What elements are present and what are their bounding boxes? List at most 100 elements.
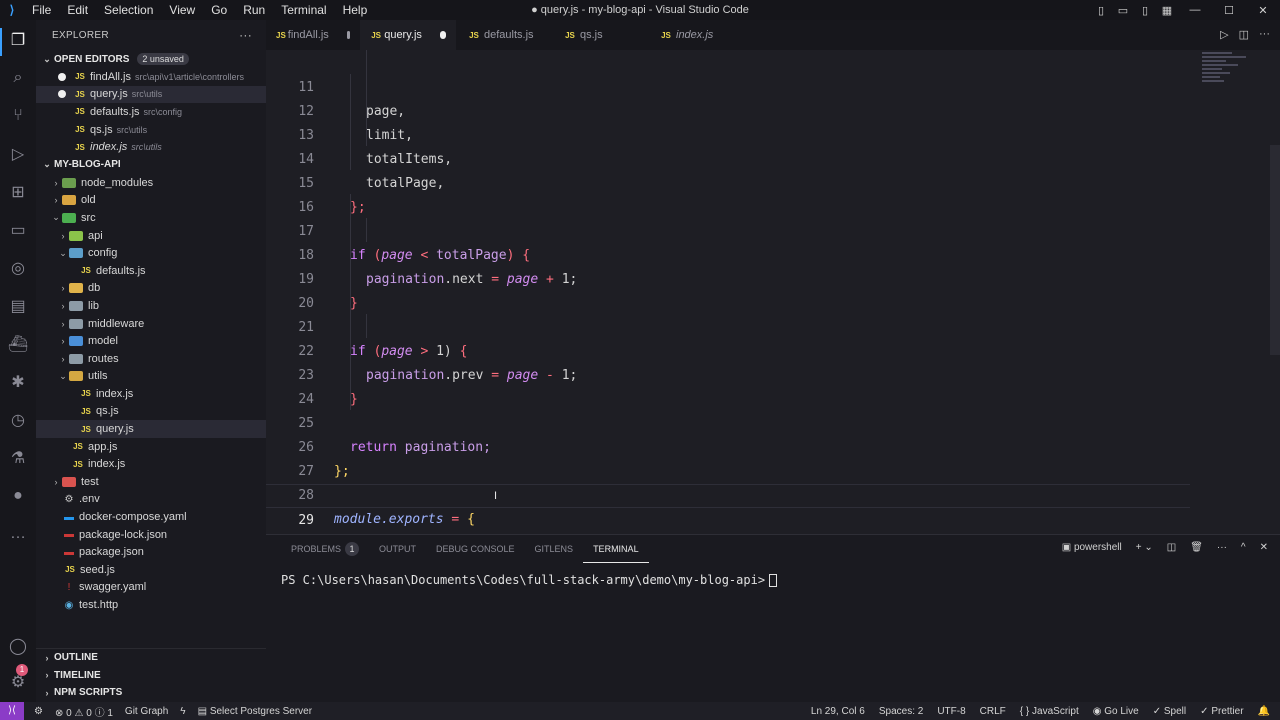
editor-scrollbar[interactable] <box>1270 145 1280 355</box>
open-editor-qs[interactable]: JS qs.js src\utils <box>36 121 266 139</box>
tab-findall[interactable]: JS findAll.js <box>266 20 360 50</box>
tab-query[interactable]: JS query.js <box>360 20 456 50</box>
tree-swagger[interactable]: ! swagger.yaml <box>36 579 266 597</box>
timeline-section[interactable]: › TIMELINE <box>36 667 266 685</box>
prettier-button[interactable]: ✓ Prettier <box>1200 706 1243 717</box>
remote-explorer-icon[interactable]: ▭ <box>6 218 30 242</box>
close-window-icon[interactable]: ✕ <box>1246 4 1280 17</box>
tree-query-js[interactable]: JS query.js <box>36 420 266 438</box>
tree-package-json[interactable]: ▬ package.json <box>36 543 266 561</box>
docker-icon[interactable]: ⛴ <box>6 332 30 356</box>
spell-check-button[interactable]: ✓ Spell <box>1153 706 1186 717</box>
tree-lib[interactable]: › lib <box>36 297 266 315</box>
toggle-panel-icon[interactable]: ▭ <box>1112 4 1134 17</box>
tree-qs-js[interactable]: JS qs.js <box>36 403 266 421</box>
indentation[interactable]: Spaces: 2 <box>879 706 923 717</box>
tree-model[interactable]: › model <box>36 332 266 350</box>
tab-defaults[interactable]: JS defaults.js <box>456 20 552 50</box>
toggle-secondary-sidebar-icon[interactable]: ▯ <box>1134 4 1156 17</box>
tree-defaults-js[interactable]: JS defaults.js <box>36 262 266 280</box>
go-live-button[interactable]: ◉ Go Live <box>1093 706 1139 717</box>
sync-icon[interactable]: ⚙ <box>34 706 43 717</box>
tree-package-lock[interactable]: ▬ package-lock.json <box>36 526 266 544</box>
tree-middleware[interactable]: › middleware <box>36 315 266 333</box>
tree-utils[interactable]: ⌄ utils <box>36 368 266 386</box>
split-editor-icon[interactable]: ◫ <box>1239 28 1249 41</box>
minimap[interactable] <box>1202 52 1262 92</box>
tree-routes[interactable]: › routes <box>36 350 266 368</box>
maximize-panel-icon[interactable]: ^ <box>1241 542 1246 553</box>
close-panel-icon[interactable]: ✕ <box>1260 542 1268 553</box>
tree-src[interactable]: ⌄ src <box>36 209 266 227</box>
menu-go[interactable]: Go <box>203 0 235 20</box>
cursor-position[interactable]: Ln 29, Col 6 <box>811 706 865 717</box>
customize-layout-icon[interactable]: ▦ <box>1156 4 1178 17</box>
remote-indicator-icon[interactable]: ⟩⟨ <box>0 702 24 720</box>
explorer-more-icon[interactable]: ··· <box>239 28 252 42</box>
tree-node-modules[interactable]: › node_modules <box>36 174 266 192</box>
tab-problems[interactable]: PROBLEMS 1 <box>281 535 369 563</box>
manage-gear-icon[interactable]: ⚙ <box>6 670 30 694</box>
new-terminal-icon[interactable]: + ⌄ <box>1136 542 1153 553</box>
toggle-sidebar-icon[interactable]: ▯ <box>1090 4 1112 17</box>
open-editor-query[interactable]: JS query.js src\utils <box>36 85 266 104</box>
tree-app-js[interactable]: JS app.js <box>36 438 266 456</box>
open-editors-section[interactable]: ⌄ OPEN EDITORS 2 unsaved <box>36 50 266 68</box>
menu-help[interactable]: Help <box>335 0 376 20</box>
split-terminal-icon[interactable]: ◫ <box>1167 542 1176 553</box>
project-section[interactable]: ⌄ MY-BLOG-API <box>36 156 266 174</box>
menu-view[interactable]: View <box>161 0 203 20</box>
terminal-shell-selector[interactable]: ▣ powershell <box>1062 542 1122 553</box>
tree-test-http[interactable]: ◉ test.http <box>36 596 266 614</box>
extensions-icon[interactable]: ⊞ <box>6 180 30 204</box>
menu-run[interactable]: Run <box>235 0 273 20</box>
code-editor[interactable]: 11 page, 12 limit, 13 totalItems, 14 tot… <box>266 50 1280 534</box>
menu-edit[interactable]: Edit <box>59 0 96 20</box>
github-icon[interactable]: ● <box>6 484 30 508</box>
tree-config[interactable]: ⌄ config <box>36 244 266 262</box>
open-editor-defaults[interactable]: JS defaults.js src\config <box>36 103 266 121</box>
timeline-icon[interactable]: ◷ <box>6 408 30 432</box>
unsaved-dot-icon[interactable] <box>346 31 350 39</box>
open-editor-findall[interactable]: JS findAll.js src\api\v1\article\control… <box>36 68 266 86</box>
tree-seed-js[interactable]: JS seed.js <box>36 561 266 579</box>
tree-db[interactable]: › db <box>36 280 266 298</box>
tree-env[interactable]: ⚙ .env <box>36 491 266 509</box>
end-of-line[interactable]: CRLF <box>980 706 1006 717</box>
git-graph-button[interactable]: Git Graph <box>125 706 168 717</box>
tab-gitlens[interactable]: GITLENS <box>525 535 584 563</box>
menu-terminal[interactable]: Terminal <box>273 0 334 20</box>
menu-file[interactable]: File <box>24 0 59 20</box>
settings-sync-icon[interactable]: ✱ <box>6 370 30 394</box>
gitlens-icon[interactable]: ◎ <box>6 256 30 280</box>
tree-docker-compose[interactable]: ▬ docker-compose.yaml <box>36 508 266 526</box>
maximize-icon[interactable]: ☐ <box>1212 4 1246 17</box>
npm-scripts-section[interactable]: › NPM SCRIPTS <box>36 684 266 702</box>
database-icon[interactable]: ▤ <box>6 294 30 318</box>
problems-status[interactable]: ⊗ 0 ⚠ 0 ⓘ 1 <box>55 704 113 719</box>
open-editor-index[interactable]: JS index.js src\utils <box>36 138 266 156</box>
tree-old[interactable]: › old <box>36 192 266 210</box>
account-icon[interactable]: ◯ <box>6 634 30 658</box>
tree-api[interactable]: › api <box>36 227 266 245</box>
source-control-icon[interactable]: ⑂ <box>6 104 30 128</box>
tree-utils-index-js[interactable]: JS index.js <box>36 385 266 403</box>
outline-section[interactable]: › OUTLINE <box>36 649 266 667</box>
tree-test[interactable]: › test <box>36 473 266 491</box>
notifications-icon[interactable]: 🔔 <box>1258 706 1270 717</box>
more-actions-icon[interactable]: ··· <box>1259 28 1270 41</box>
run-debug-icon[interactable]: ▷ <box>6 142 30 166</box>
testing-icon[interactable]: ⚗ <box>6 446 30 470</box>
postgres-server-button[interactable]: ▤ Select Postgres Server <box>198 706 313 717</box>
more-icon[interactable]: ··· <box>1217 542 1227 553</box>
search-icon[interactable]: ⌕ <box>6 66 30 90</box>
tab-qs[interactable]: JS qs.js <box>552 20 648 50</box>
language-mode[interactable]: { } JavaScript <box>1020 706 1079 717</box>
terminal-output[interactable]: PS C:\Users\hasan\Documents\Codes\full-s… <box>266 563 1280 597</box>
menu-selection[interactable]: Selection <box>96 0 161 20</box>
more-icon[interactable]: … <box>6 522 30 546</box>
unsaved-dot-icon[interactable] <box>439 31 446 39</box>
tab-output[interactable]: OUTPUT <box>369 535 426 563</box>
lightning-icon[interactable]: ϟ <box>180 706 185 717</box>
kill-terminal-icon[interactable]: 🗑 <box>1190 542 1203 553</box>
